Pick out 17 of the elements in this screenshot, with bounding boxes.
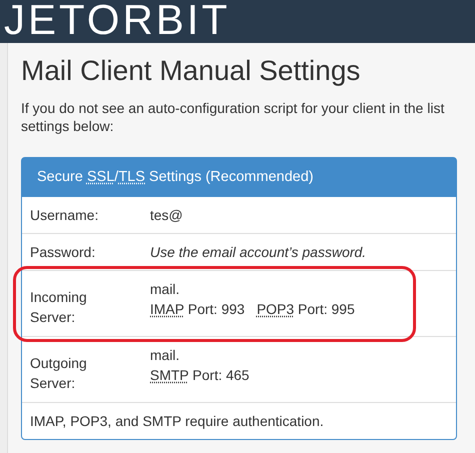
server-host: mail. — [150, 280, 181, 299]
intro-text: If you do not see an auto-configuration script for your client in the list — [21, 99, 446, 117]
row-label: Incoming Server: — [30, 288, 88, 327]
server-host: mail. — [150, 346, 181, 365]
row-value: tes@ — [150, 206, 183, 225]
row-label: Username: — [30, 206, 98, 225]
port-text: IMAP Port: 993 — [150, 300, 245, 319]
intro-text: settings below: — [21, 117, 115, 135]
port-text: POP3 Port: 995 — [256, 300, 355, 319]
row-label: Password: — [30, 243, 96, 262]
page-title: Mail Client Manual Settings — [21, 57, 362, 85]
footer-note: IMAP, POP3, and SMTP require authentication. — [29, 412, 325, 431]
row-value: Use the email account’s password. — [150, 243, 366, 262]
row-label: Outgoing Server: — [30, 354, 88, 393]
port-text: SMTP Port: 465 — [150, 366, 250, 385]
logo[interactable]: JETORBIT — [4, 0, 230, 40]
panel-header: Secure SSL/TLS Settings (Recommended) — [22, 158, 456, 197]
